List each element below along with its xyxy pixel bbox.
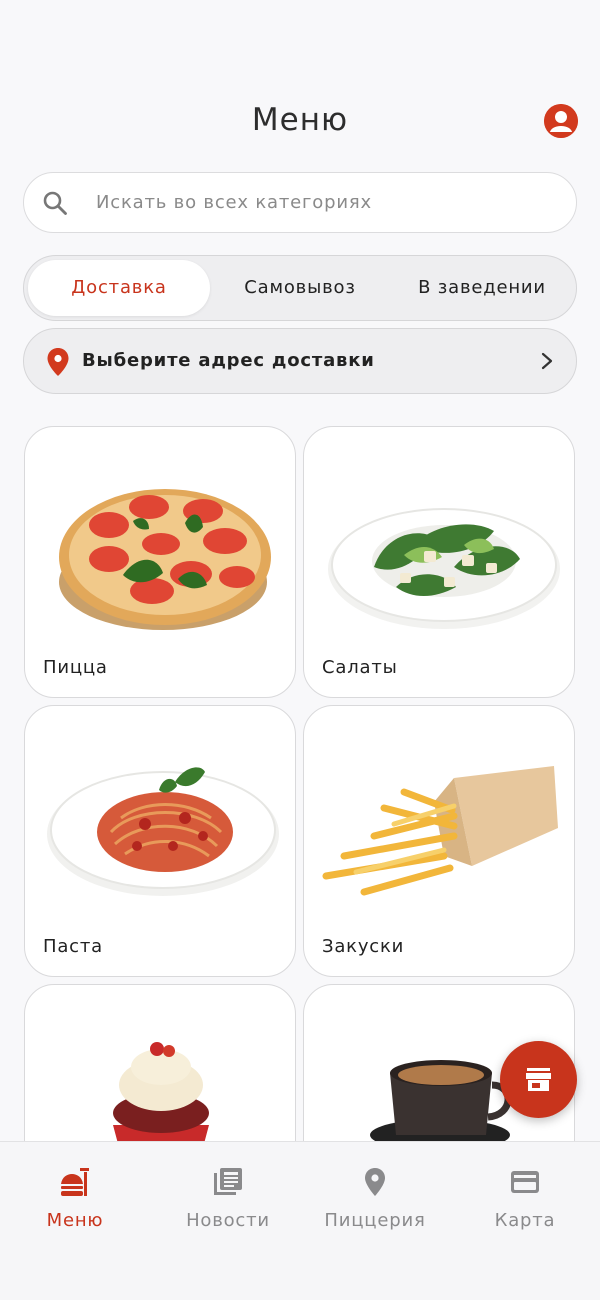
search-icon: [43, 191, 67, 215]
chevron-right-icon: [541, 352, 553, 370]
tab-dine-in[interactable]: В заведении: [390, 260, 574, 316]
nav-label-menu: Меню: [46, 1210, 104, 1231]
card-icon: [511, 1171, 539, 1193]
category-card-salads[interactable]: Салаты: [303, 426, 575, 698]
nav-label-pizzeria: Пиццерия: [324, 1210, 426, 1231]
address-label: Выберите адрес доставки: [82, 350, 375, 371]
news-icon: [214, 1168, 242, 1195]
category-label: Закуски: [322, 936, 405, 957]
nav-item-news[interactable]: Новости: [153, 1166, 303, 1231]
tab-pickup[interactable]: Самовывоз: [210, 260, 390, 316]
category-label: Пицца: [43, 657, 108, 678]
category-card-pasta[interactable]: Паста: [24, 705, 296, 977]
pasta-image: [47, 767, 279, 896]
category-label: Паста: [43, 936, 103, 957]
category-card-snacks[interactable]: Закуски: [303, 705, 575, 977]
pizza-image: [59, 489, 271, 630]
delivery-mode-switch: Доставка Самовывоз В заведении: [23, 255, 577, 321]
nav-item-menu[interactable]: Меню: [0, 1166, 150, 1231]
nav-label-card: Карта: [494, 1210, 556, 1231]
salad-image: [328, 508, 560, 629]
nav-item-card[interactable]: Карта: [450, 1166, 600, 1231]
delivery-address-button[interactable]: Выберите адрес доставки: [23, 328, 577, 394]
category-card-pizza[interactable]: Пицца: [24, 426, 296, 698]
search-input[interactable]: [96, 173, 556, 231]
store-icon: [526, 1068, 551, 1091]
fries-image: [322, 766, 558, 896]
profile-icon[interactable]: [544, 104, 578, 138]
nav-label-news: Новости: [186, 1210, 270, 1231]
location-pin-icon: [365, 1168, 385, 1196]
bottom-navigation: Меню Новости Пиццерия Карта: [0, 1141, 600, 1300]
location-pin-icon: [47, 348, 69, 376]
header: Меню: [0, 96, 600, 146]
menu-screen: Меню Доставка Самовывоз В заведении Выбе…: [0, 0, 600, 1300]
menu-food-icon: [61, 1168, 89, 1196]
page-title: Меню: [251, 102, 349, 138]
store-fab-button[interactable]: [500, 1041, 577, 1118]
search-bar[interactable]: [23, 172, 577, 233]
category-label: Салаты: [322, 657, 398, 678]
nav-item-pizzeria[interactable]: Пиццерия: [300, 1166, 450, 1231]
tab-delivery[interactable]: Доставка: [28, 260, 210, 316]
